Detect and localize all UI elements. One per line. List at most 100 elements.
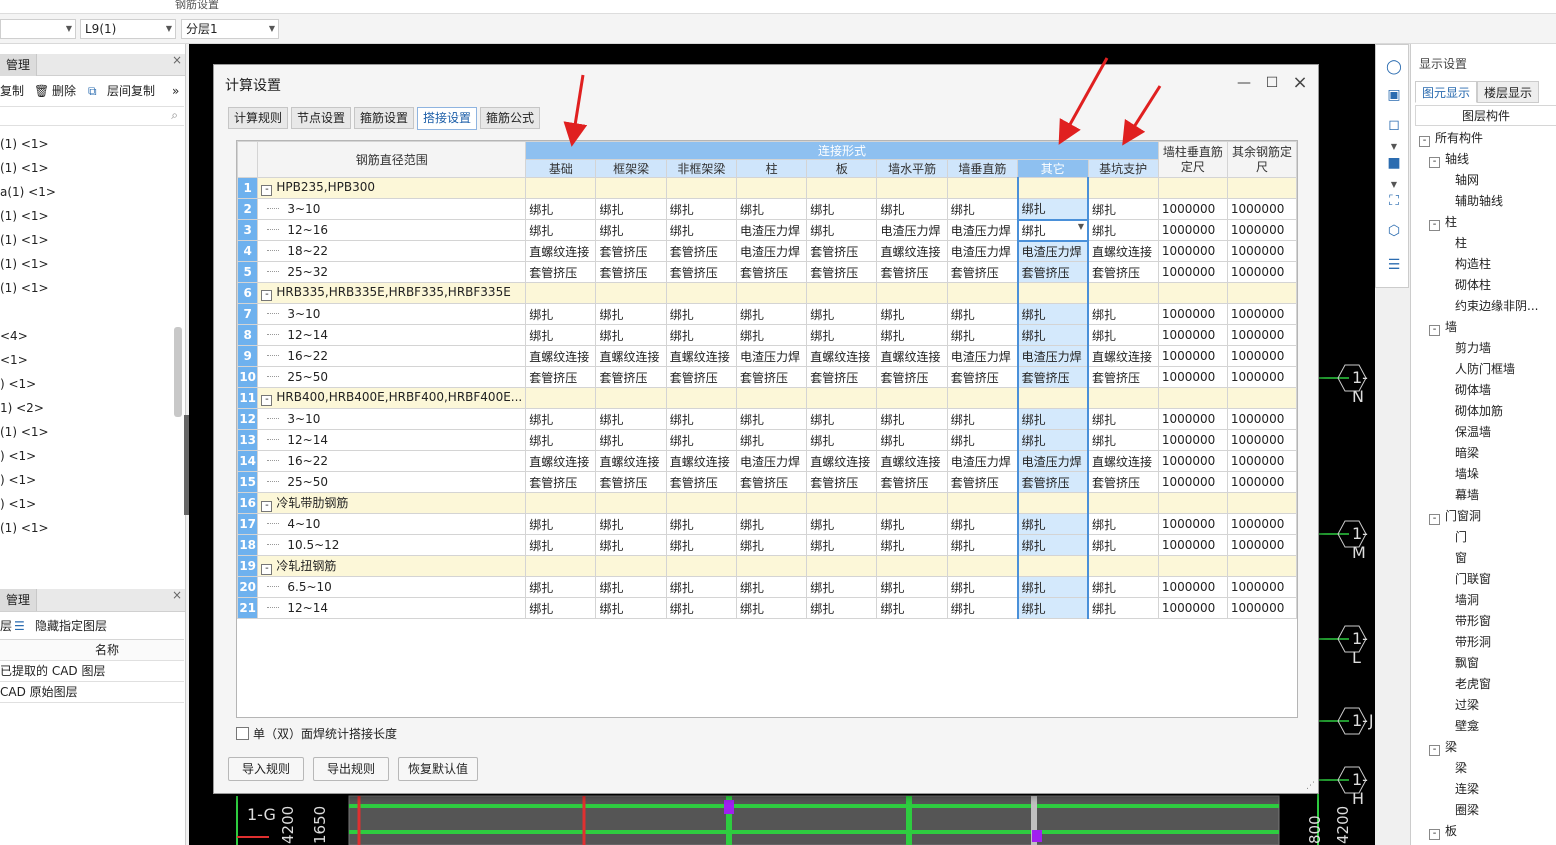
display-tree-item[interactable]: - 门窗洞 [1429, 506, 1481, 527]
column-header[interactable]: 柱 [735, 159, 808, 178]
table-cell[interactable]: 绑扎 [1087, 324, 1159, 346]
table-cell[interactable]: 直螺纹连接 [525, 345, 597, 367]
row-number[interactable]: 3 [237, 219, 259, 241]
properties-icon[interactable]: ☰ [1384, 255, 1404, 275]
tree-item[interactable]: ) <1> [0, 497, 36, 511]
table-cell[interactable]: 绑扎 [1016, 198, 1090, 220]
table-cell[interactable]: 套管挤压 [1016, 471, 1090, 493]
fit-view-icon[interactable]: ⛶ [1384, 191, 1404, 211]
resize-grip-icon[interactable]: ⋰ [1306, 781, 1315, 791]
table-cell[interactable]: 绑扎 [876, 513, 948, 535]
table-cell[interactable]: 套管挤压 [525, 366, 597, 388]
table-cell[interactable]: 绑扎 [1087, 198, 1159, 220]
orbit-icon[interactable]: ◯ [1384, 57, 1404, 77]
floor-combo[interactable]: ▼ [0, 19, 76, 39]
table-cell[interactable]: 绑扎 [946, 429, 1019, 451]
row-number[interactable]: 15 [237, 471, 259, 493]
table-cell[interactable] [525, 387, 597, 409]
table-cell[interactable]: 电渣压力焊 [1016, 240, 1090, 262]
display-tree-item[interactable]: 约束边缘非阴... [1455, 296, 1538, 317]
table-cell[interactable]: 直螺纹连接 [806, 450, 878, 472]
table-cell[interactable]: 绑扎 [806, 597, 878, 619]
display-tree-item[interactable]: 门 [1455, 527, 1467, 548]
table-cell[interactable] [1087, 282, 1159, 304]
table-cell[interactable]: 绑扎 [525, 198, 597, 220]
table-cell[interactable]: 电渣压力焊 [1016, 345, 1090, 367]
collapse-icon[interactable]: - [261, 185, 273, 196]
table-cell[interactable]: 1000000 [1157, 534, 1228, 556]
layer-item-original[interactable]: CAD 原始图层 [0, 682, 184, 703]
table-cell[interactable] [1087, 387, 1159, 409]
table-cell[interactable] [1226, 387, 1297, 409]
table-cell[interactable] [595, 177, 667, 199]
row-label[interactable]: 4~10 [257, 513, 527, 535]
table-cell[interactable]: 绑扎 [1087, 534, 1159, 556]
table-cell[interactable] [595, 387, 667, 409]
row-number[interactable]: 18 [237, 534, 259, 556]
tree-item[interactable]: ) <1> [0, 473, 36, 487]
table-cell[interactable]: 绑扎 [1016, 576, 1090, 598]
table-cell[interactable]: 套管挤压 [876, 366, 948, 388]
table-cell[interactable]: 绑扎 [946, 324, 1019, 346]
row-label[interactable]: 25~50 [257, 366, 527, 388]
table-cell[interactable]: 1000000 [1157, 429, 1228, 451]
table-cell[interactable]: 绑扎 [595, 513, 667, 535]
table-cell[interactable]: 1000000 [1226, 219, 1297, 241]
row-label[interactable]: 10.5~12 [257, 534, 527, 556]
table-cell[interactable]: 1000000 [1157, 576, 1228, 598]
table-cell[interactable]: 1000000 [1157, 240, 1228, 262]
display-tree-item[interactable]: 砌体加筋 [1455, 401, 1503, 422]
table-cell[interactable]: 绑扎 [806, 534, 878, 556]
display-tree-item[interactable]: -墙 [1429, 317, 1457, 338]
table-cell[interactable] [876, 492, 948, 514]
display-tree-item[interactable]: 窗 [1455, 548, 1467, 569]
table-cell[interactable]: 绑扎 [1087, 408, 1159, 430]
table-cell[interactable] [665, 492, 737, 514]
table-cell[interactable]: 绑扎 [595, 576, 667, 598]
display-tree-item[interactable]: - 轴线 [1429, 149, 1469, 170]
table-cell[interactable]: 绑扎 [665, 408, 737, 430]
row-label[interactable]: - 冷轧带肋钢筋 [257, 492, 527, 514]
table-cell[interactable]: 套管挤压 [665, 471, 737, 493]
row-number[interactable]: 12 [237, 408, 259, 430]
table-cell[interactable]: 直螺纹连接 [806, 345, 878, 367]
table-cell[interactable]: 套管挤压 [806, 366, 878, 388]
tree-item[interactable]: <4> [0, 329, 28, 343]
table-cell[interactable]: 套管挤压 [595, 471, 667, 493]
table-cell[interactable]: 电渣压力焊 [946, 450, 1019, 472]
display-tree-item[interactable]: 砌体墙 [1455, 380, 1491, 401]
tree-item[interactable]: (1) <1> [0, 281, 49, 295]
table-cell[interactable]: 绑扎 [876, 198, 948, 220]
table-cell[interactable]: 绑扎 [1087, 303, 1159, 325]
row-label[interactable]: - 冷轧扭钢筋 [257, 555, 527, 577]
table-cell[interactable]: 绑扎 [525, 324, 597, 346]
table-cell[interactable]: 电渣压力焊 [946, 240, 1019, 262]
display-tree-item[interactable]: 老虎窗 [1455, 674, 1491, 695]
table-cell[interactable] [1226, 492, 1297, 514]
checkbox-box[interactable] [236, 727, 249, 740]
column-header[interactable]: 基坑支护 [1087, 159, 1159, 178]
table-cell[interactable]: 绑扎 [806, 408, 878, 430]
table-cell[interactable]: 1000000 [1226, 429, 1297, 451]
table-cell[interactable]: 绑扎 [946, 303, 1019, 325]
table-cell[interactable]: 绑扎 [735, 576, 808, 598]
table-cell[interactable]: 绑扎 [595, 534, 667, 556]
table-cell[interactable]: 绑扎 [735, 303, 808, 325]
table-cell[interactable]: 绑扎 [806, 513, 878, 535]
table-cell[interactable]: 套管挤压 [665, 366, 737, 388]
hide-layer-button[interactable]: 隐藏指定图层 [35, 615, 107, 637]
row-number[interactable]: 19 [237, 555, 259, 577]
table-cell[interactable]: 1000000 [1157, 261, 1228, 283]
row-number[interactable]: 9 [237, 345, 259, 367]
table-cell[interactable]: 绑扎 [1016, 303, 1090, 325]
table-cell[interactable]: 1000000 [1226, 366, 1297, 388]
table-cell[interactable]: 直螺纹连接 [665, 345, 737, 367]
table-cell[interactable]: 绑扎 [1016, 429, 1090, 451]
table-cell[interactable]: 1000000 [1226, 240, 1297, 262]
row-label[interactable]: 18~22 [257, 240, 527, 262]
table-cell[interactable]: 绑扎 [946, 576, 1019, 598]
view-3d-icon[interactable]: ▣ [1384, 85, 1404, 105]
restore-defaults-button[interactable]: 恢复默认值 [398, 757, 478, 781]
row-label[interactable]: - HRB400,HRB400E,HRBF400,HRBF400E... [257, 387, 527, 409]
column-header[interactable]: 板 [806, 159, 878, 178]
